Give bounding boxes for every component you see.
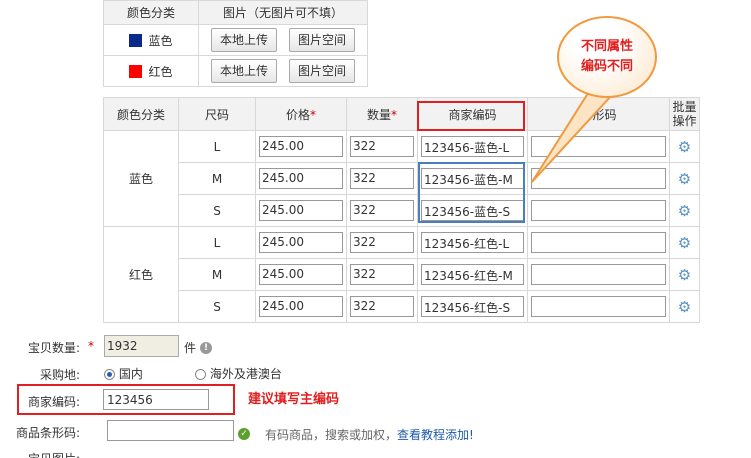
callout-bubble: 不同属性 编码不同 <box>557 16 657 98</box>
callout-line2: 编码不同 <box>580 59 633 74</box>
callout-line1: 不同属性 <box>580 39 633 54</box>
